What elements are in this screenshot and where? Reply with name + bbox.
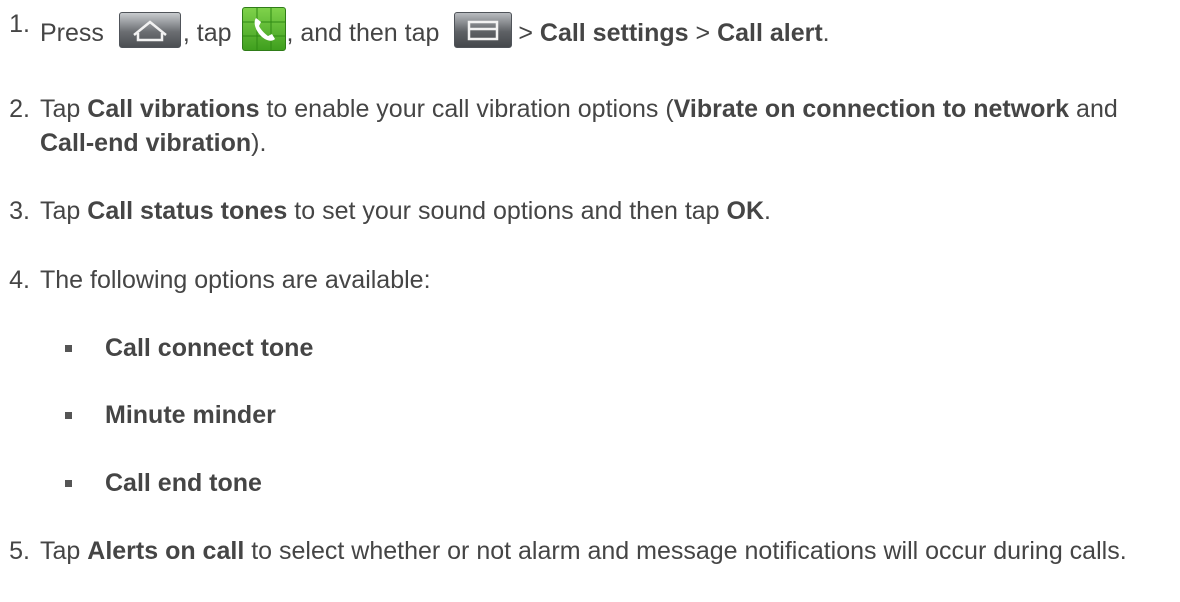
- step-number: 4.: [9, 266, 30, 294]
- menu-item-call-settings: Call settings: [539, 19, 689, 47]
- step-text: Tap Alerts on call to select whether or …: [40, 537, 1127, 565]
- step-number: 3.: [9, 197, 30, 225]
- option-call-end-vibration: Call-end vibration: [40, 129, 252, 157]
- phone-app-icon: [242, 7, 287, 51]
- home-key-icon: [118, 12, 181, 48]
- instructions-document: 1. Press , tap , and then tap > Call set…: [0, 0, 1180, 602]
- bullet-icon: [65, 412, 72, 419]
- menu-key-icon: [454, 12, 513, 48]
- step-text: Tap Call vibrations to enable your call …: [40, 95, 1118, 157]
- option-label: Call connect tone: [105, 334, 314, 362]
- option-call-status-tones: Call status tones: [87, 197, 288, 225]
- menu-item-call-alert: Call alert: [717, 19, 823, 47]
- option-label: Minute minder: [105, 401, 276, 429]
- step-text: Press , tap , and then tap > Call settin…: [40, 7, 1160, 51]
- step-number: 5.: [9, 537, 30, 565]
- step-number: 1.: [9, 10, 30, 38]
- bullet-icon: [65, 480, 72, 487]
- bullet-icon: [65, 345, 72, 352]
- option-label: Call end tone: [105, 469, 262, 497]
- step-number: 2.: [9, 95, 30, 123]
- option-call-vibrations: Call vibrations: [87, 95, 260, 123]
- step-text: The following options are available:: [40, 266, 431, 294]
- option-alerts-on-call: Alerts on call: [87, 537, 245, 565]
- step-text: Tap Call status tones to set your sound …: [40, 197, 771, 225]
- option-vibrate-on-connection: Vibrate on connection to network: [673, 95, 1070, 123]
- ok-button-label: OK: [726, 197, 765, 225]
